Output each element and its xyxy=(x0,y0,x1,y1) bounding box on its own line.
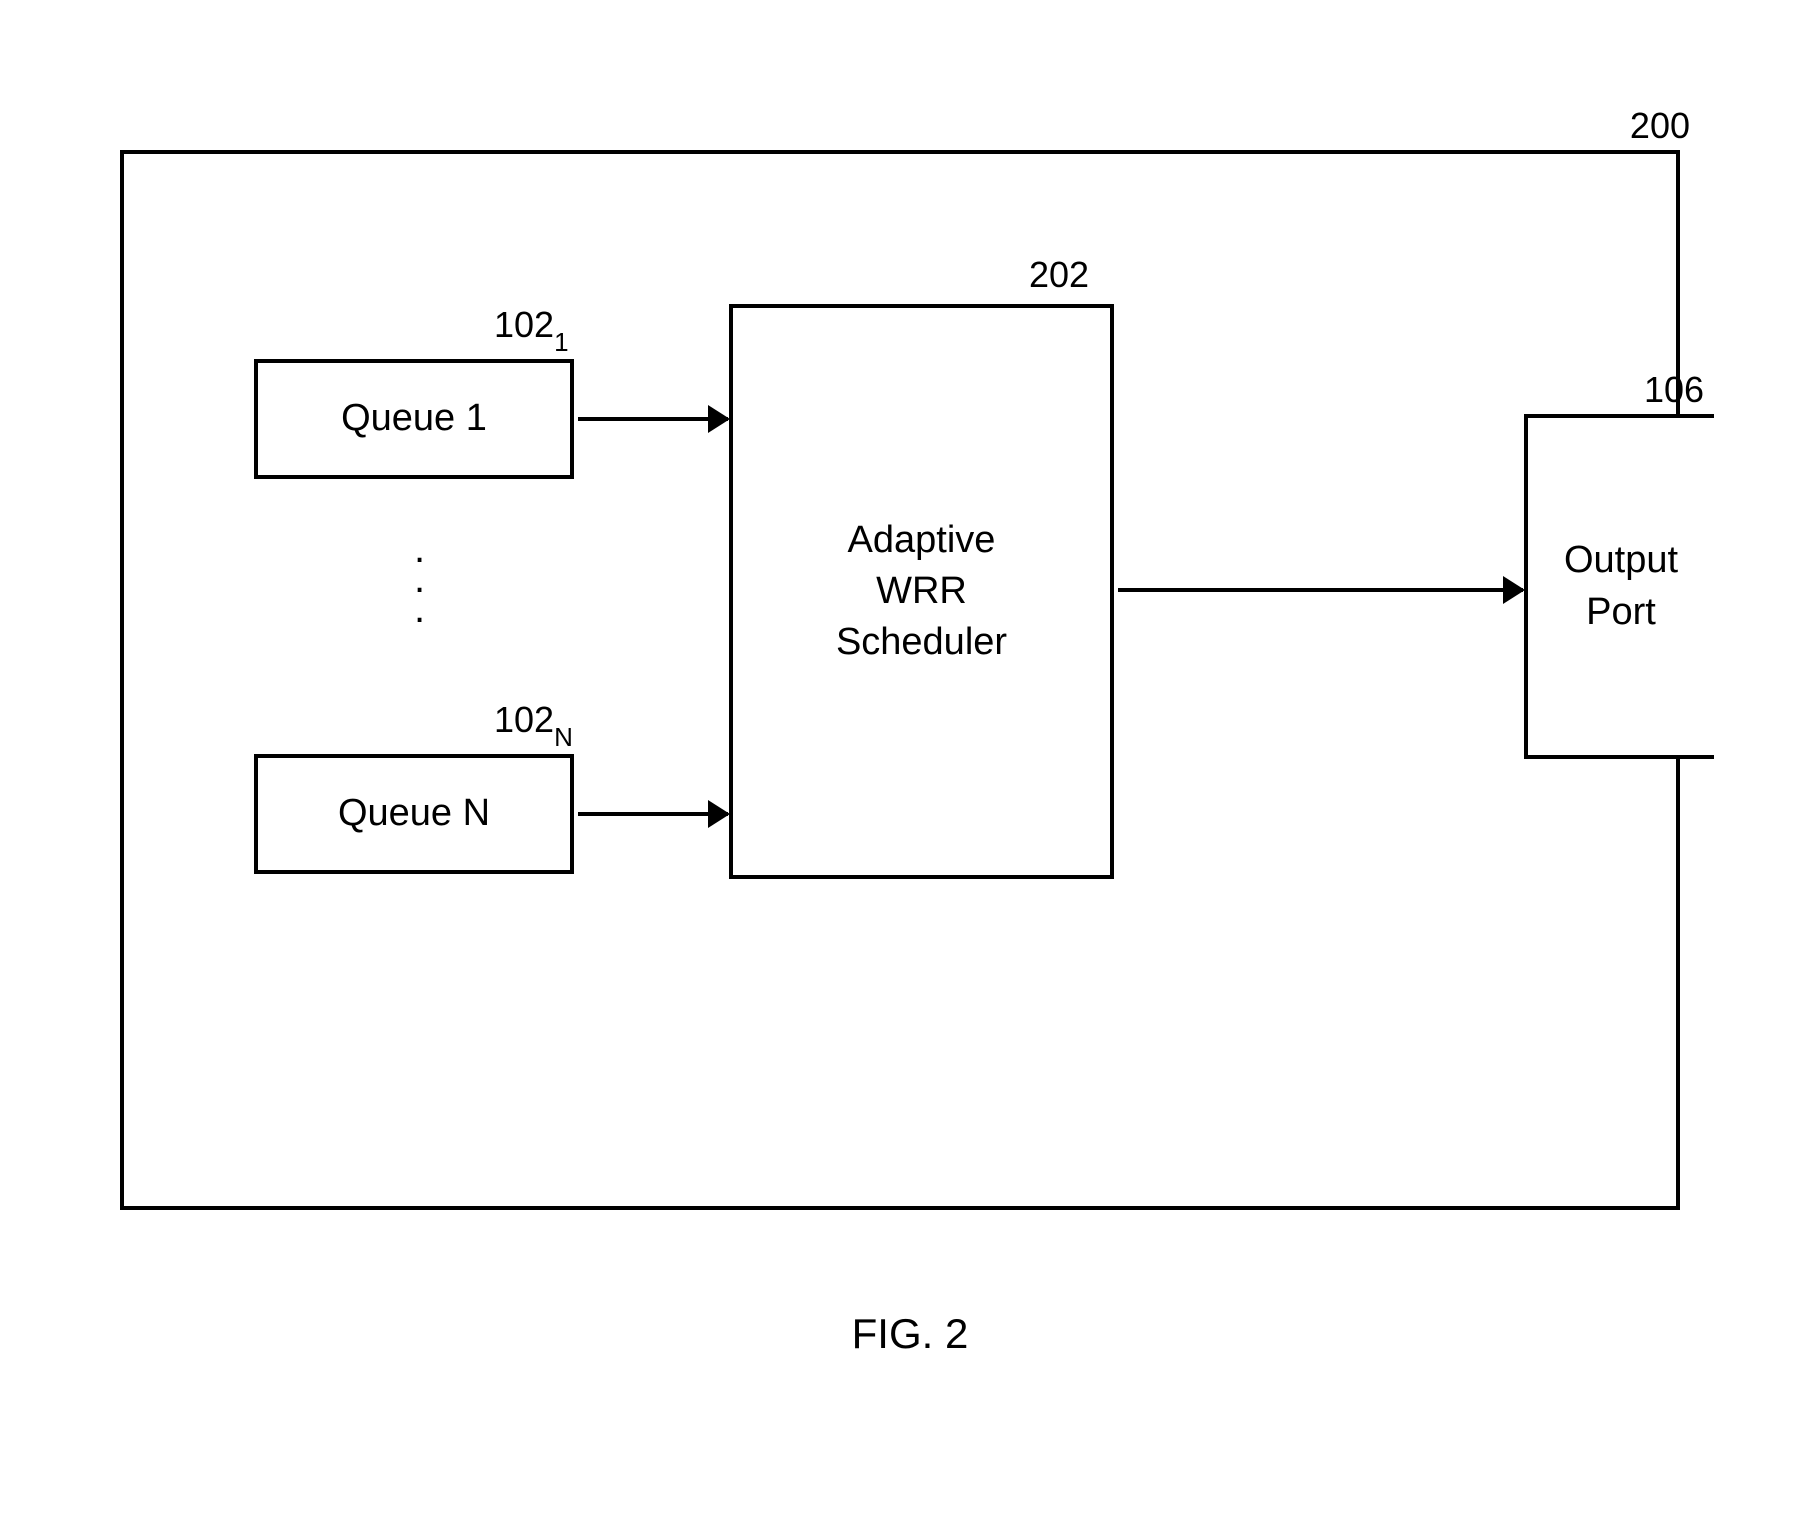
arrow-scheduler-to-output xyxy=(1118,588,1523,592)
arrow-queuen-to-scheduler xyxy=(578,812,728,816)
queue-1-ref-prefix: 102 xyxy=(494,304,554,345)
arrow-queue1-to-scheduler xyxy=(578,417,728,421)
scheduler-label: Adaptive WRR Scheduler xyxy=(836,515,1007,669)
queue-n-label: Queue N xyxy=(338,788,490,839)
output-port-block: Output Port xyxy=(1524,414,1714,759)
queue-n-ref: 102N xyxy=(494,699,573,747)
output-port-label: Output Port xyxy=(1564,535,1678,638)
figure-number-label: 200 xyxy=(1630,105,1690,147)
output-port-ref: 106 xyxy=(1644,369,1704,411)
figure-caption: FIG. 2 xyxy=(852,1310,969,1358)
queue-n-ref-sub: N xyxy=(554,722,573,752)
queue-1-ref-sub: 1 xyxy=(554,327,568,357)
system-boundary: 1021 102N 202 106 Queue 1 ... Queue N Ad… xyxy=(120,150,1680,1210)
queue-n-ref-prefix: 102 xyxy=(494,699,554,740)
queue-1-label: Queue 1 xyxy=(341,393,487,444)
queue-n-block: Queue N xyxy=(254,754,574,874)
scheduler-ref: 202 xyxy=(1029,254,1089,296)
queue-1-ref: 1021 xyxy=(494,304,569,352)
scheduler-block: Adaptive WRR Scheduler xyxy=(729,304,1114,879)
queue-1-block: Queue 1 xyxy=(254,359,574,479)
ellipsis-icon: ... xyxy=(414,534,425,624)
